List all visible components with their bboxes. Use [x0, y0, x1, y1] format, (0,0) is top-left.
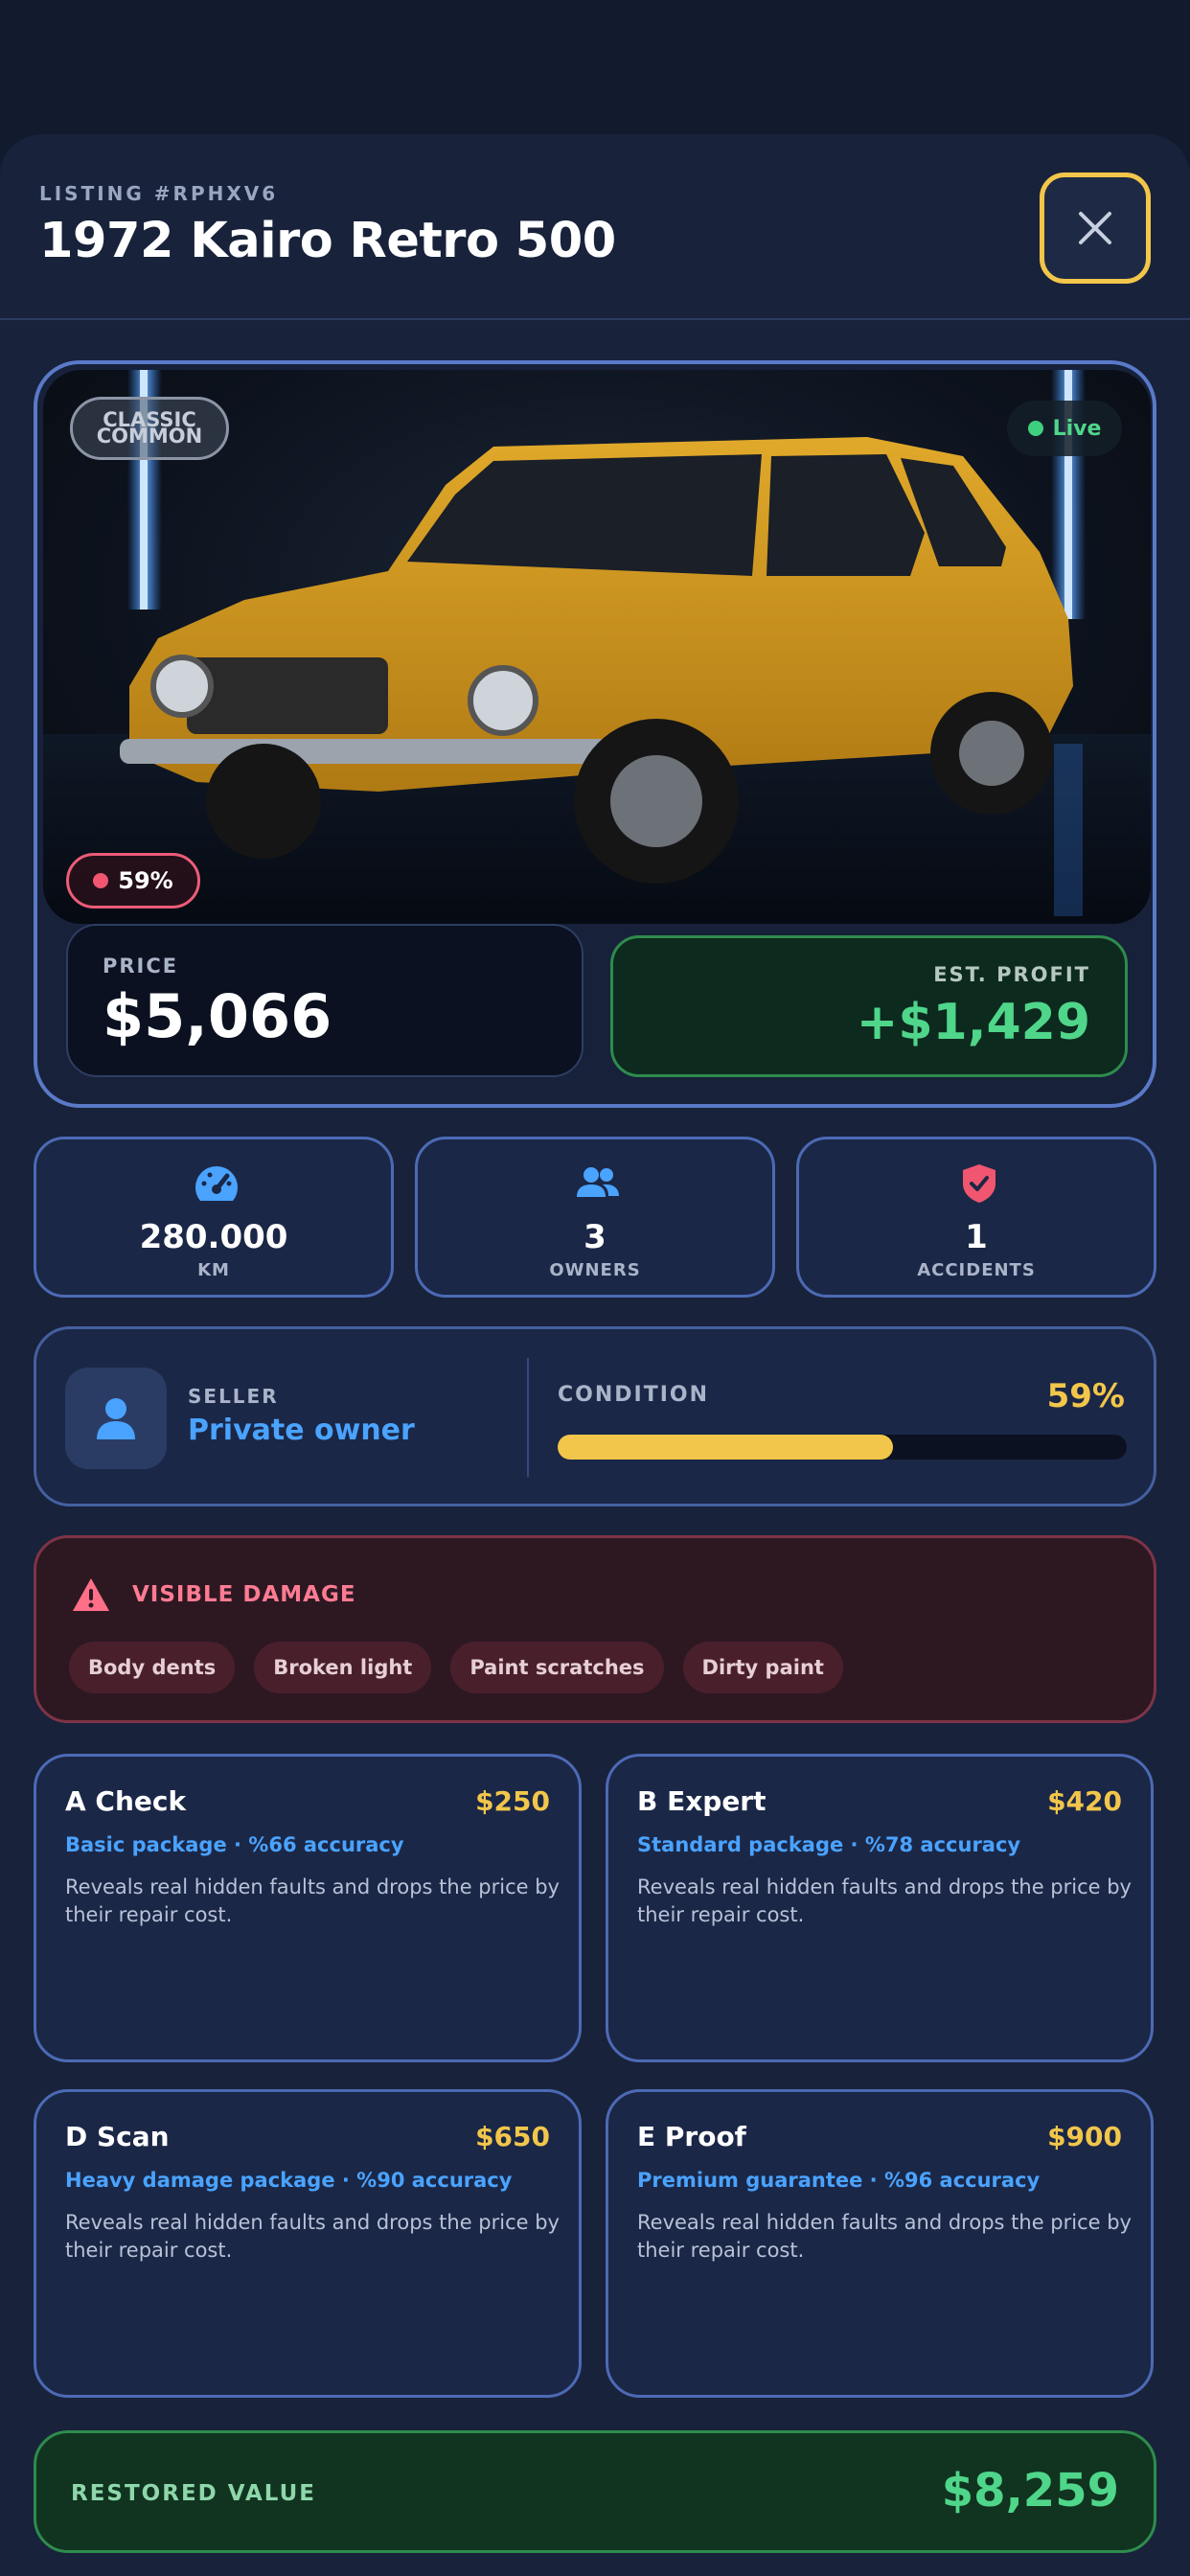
package-card-a-check[interactable]: A Check $250 Basic package · %66 accurac…: [34, 1754, 582, 2062]
condition-value: 59%: [1046, 1377, 1125, 1415]
package-description: Reveals real hidden faults and drops the…: [65, 2211, 560, 2262]
visible-damage-card: VISIBLE DAMAGE Body dents Broken light P…: [34, 1535, 1156, 1723]
package-description: Reveals real hidden faults and drops the…: [65, 1875, 560, 1926]
condition-dot-icon: [93, 873, 109, 888]
profit-value: +$1,429: [856, 994, 1090, 1051]
shield-check-icon: [963, 1164, 995, 1203]
package-name: A Check: [65, 1785, 187, 1817]
package-subtitle: Premium guarantee · %96 accuracy: [637, 2169, 1041, 2192]
owners-value: 3: [584, 1218, 606, 1256]
person-icon: [97, 1398, 135, 1439]
stat-accidents: 1 ACCIDENTS: [796, 1137, 1156, 1298]
condition-progress-bar: [558, 1435, 1127, 1460]
accidents-label: ACCIDENTS: [917, 1260, 1036, 1280]
profit-label: EST. PROFIT: [933, 963, 1090, 986]
package-description: Reveals real hidden faults and drops the…: [637, 1875, 1132, 1926]
close-icon: [1079, 212, 1111, 244]
package-subtitle: Standard package · %78 accuracy: [637, 1833, 1021, 1856]
page-title: 1972 Kairo Retro 500: [39, 213, 616, 269]
package-price: $650: [475, 2121, 550, 2152]
seller-condition-card: SELLER Private owner CONDITION 59%: [34, 1326, 1156, 1506]
profit-box: EST. PROFIT +$1,429: [610, 935, 1128, 1077]
damage-title: VISIBLE DAMAGE: [132, 1582, 356, 1607]
package-subtitle: Heavy damage package · %90 accuracy: [65, 2169, 513, 2192]
package-card-b-expert[interactable]: B Expert $420 Standard package · %78 acc…: [606, 1754, 1154, 2062]
speedometer-icon: [195, 1166, 239, 1201]
live-dot-icon: [1027, 421, 1043, 436]
package-price: $900: [1047, 2121, 1122, 2152]
damage-tag: Body dents: [69, 1642, 236, 1693]
live-label: Live: [1052, 416, 1102, 441]
rarity-tier: COMMON: [96, 425, 203, 448]
condition-progress-fill: [558, 1435, 894, 1460]
price-label: PRICE: [103, 954, 179, 978]
restored-value-card: RESTORED VALUE $8,259: [34, 2430, 1156, 2553]
package-name: E Proof: [637, 2121, 746, 2152]
package-card-e-proof[interactable]: E Proof $900 Premium guarantee · %96 acc…: [606, 2089, 1154, 2398]
listing-id: LISTING #RPHXV6: [39, 182, 279, 205]
package-name: B Expert: [637, 1785, 767, 1817]
stat-owners: 3 OWNERS: [415, 1137, 775, 1298]
package-price: $420: [1047, 1785, 1122, 1817]
package-price: $250: [475, 1785, 550, 1817]
price-box: PRICE $5,066: [66, 924, 584, 1077]
divider: [527, 1358, 529, 1477]
people-icon: [577, 1167, 619, 1197]
stat-mileage: 280.000 KM: [34, 1137, 394, 1298]
live-badge: Live: [1007, 401, 1122, 456]
package-description: Reveals real hidden faults and drops the…: [637, 2211, 1132, 2262]
close-button[interactable]: [1040, 172, 1151, 284]
package-subtitle: Basic package · %66 accuracy: [65, 1833, 404, 1856]
seller-value: Private owner: [188, 1414, 415, 1447]
condition-badge-value: 59%: [118, 867, 173, 894]
damage-tag: Broken light: [254, 1642, 432, 1693]
damage-tag: Paint scratches: [450, 1642, 664, 1693]
restored-value: $8,259: [941, 2464, 1119, 2518]
mileage-value: 280.000: [139, 1218, 288, 1256]
rarity-badge: CLASSIC COMMON: [70, 397, 229, 460]
status-bar-area: [0, 0, 1190, 134]
condition-badge: 59%: [66, 853, 200, 908]
mileage-label: KM: [197, 1260, 230, 1280]
seller-label: SELLER: [188, 1385, 279, 1408]
price-value: $5,066: [103, 981, 332, 1051]
damage-tags: Body dents Broken light Paint scratches …: [69, 1642, 843, 1693]
owners-label: OWNERS: [549, 1260, 641, 1280]
warning-icon: [73, 1578, 109, 1611]
package-name: D Scan: [65, 2121, 170, 2152]
avatar: [65, 1368, 167, 1469]
damage-tag: Dirty paint: [682, 1642, 843, 1693]
accidents-value: 1: [965, 1218, 988, 1256]
condition-label: CONDITION: [558, 1383, 710, 1407]
restored-label: RESTORED VALUE: [71, 2481, 317, 2506]
car-hero-card: CLASSIC COMMON Live 59% PRICE $5,066 EST…: [34, 360, 1156, 1108]
package-card-d-scan[interactable]: D Scan $650 Heavy damage package · %90 a…: [34, 2089, 582, 2398]
